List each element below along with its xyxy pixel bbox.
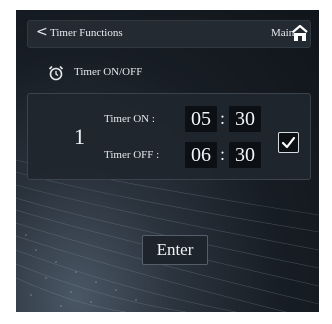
timer-on-minute-field[interactable]: 30 [229, 106, 261, 132]
enter-button[interactable]: Enter [142, 235, 208, 265]
timer-screen: < Timer Functions Main Timer ON/OFF 1 Ti… [16, 10, 319, 312]
back-button[interactable]: < [36, 24, 48, 40]
timer-on-label: Timer ON : [104, 113, 155, 125]
timer-row-panel: 1 Timer ON : 05 : 30 Timer OFF : 06 : 30 [27, 93, 311, 180]
home-icon[interactable] [292, 24, 308, 42]
timer-off-label: Timer OFF : [104, 149, 160, 161]
section-title: Timer ON/OFF [74, 66, 143, 78]
timer-on-separator: : [220, 108, 226, 128]
alarm-clock-icon [48, 65, 64, 81]
timer-on-hour-field[interactable]: 05 [185, 106, 217, 132]
timer-off-hour-field[interactable]: 06 [185, 142, 217, 168]
timer-index: 1 [74, 124, 85, 149]
checkmark-icon [281, 136, 296, 149]
page-title: Timer Functions [50, 27, 123, 39]
header-bar: < Timer Functions Main [27, 20, 311, 48]
timer-off-separator: : [220, 144, 226, 164]
timer-off-minute-field[interactable]: 30 [229, 142, 261, 168]
timer-enable-checkbox[interactable] [278, 132, 299, 153]
main-label[interactable]: Main [271, 27, 294, 39]
